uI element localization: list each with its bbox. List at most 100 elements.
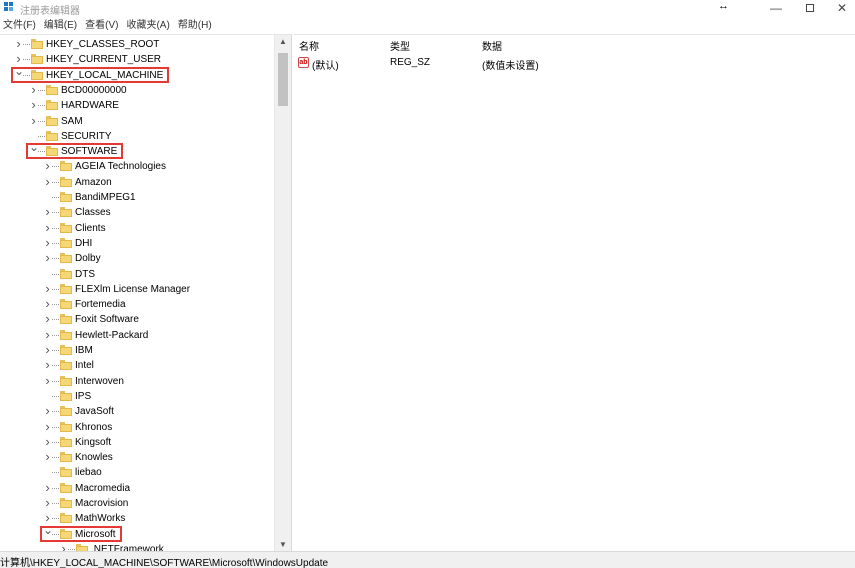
menu-view[interactable]: 查看(V): [81, 19, 122, 33]
tree-item[interactable]: › Clients: [0, 221, 274, 236]
tree-item[interactable]: › Classes: [0, 205, 274, 220]
tree-connector: [52, 487, 59, 489]
tree-item[interactable]: › SAM: [0, 114, 274, 129]
tree-item-label: Intel: [75, 360, 94, 372]
tree-item[interactable]: › Fortemedia: [0, 297, 274, 312]
expand-chevron-icon[interactable]: ›: [14, 37, 23, 50]
menu-file[interactable]: 文件(F): [0, 19, 40, 33]
tree-item[interactable]: liebao: [0, 465, 274, 480]
tree-item[interactable]: › Foxit Software: [0, 312, 274, 327]
menu-favorites[interactable]: 收藏夹(A): [122, 19, 173, 33]
tree-connector: [52, 441, 59, 443]
expand-chevron-icon[interactable]: ›: [43, 343, 52, 356]
registry-editor-icon: [4, 2, 15, 13]
tree-item[interactable]: › Kingsoft: [0, 435, 274, 450]
column-header-name[interactable]: 名称: [299, 38, 319, 53]
tree-item[interactable]: › Dolby: [0, 251, 274, 266]
column-header-data[interactable]: 数据: [482, 38, 502, 53]
expand-chevron-icon[interactable]: ›: [59, 542, 68, 551]
expand-chevron-icon[interactable]: ›: [43, 328, 52, 341]
tree-item[interactable]: › HKEY_CLASSES_ROOT: [0, 37, 274, 52]
tree-connector: [52, 197, 59, 198]
expand-chevron-icon[interactable]: ›: [29, 98, 38, 111]
folder-icon: [60, 406, 72, 417]
close-button[interactable]: ✕: [828, 0, 855, 18]
tree-item[interactable]: › Knowles: [0, 450, 274, 465]
expand-chevron-icon[interactable]: ›: [43, 221, 52, 234]
tree-item[interactable]: › Khronos: [0, 420, 274, 435]
tree-item[interactable]: › Amazon: [0, 175, 274, 190]
expand-chevron-icon[interactable]: ›: [43, 251, 52, 264]
tree-item[interactable]: › MathWorks: [0, 511, 274, 526]
tree-item[interactable]: › Macromedia: [0, 481, 274, 496]
expand-chevron-icon[interactable]: ›: [43, 435, 52, 448]
expand-chevron-icon[interactable]: ›: [43, 159, 52, 172]
folder-icon: [60, 498, 72, 508]
tree-item[interactable]: › Intel: [0, 358, 274, 373]
tree-item[interactable]: DTS: [0, 267, 274, 282]
highlight-box: [11, 66, 170, 83]
expand-chevron-icon[interactable]: ›: [43, 175, 52, 188]
tree-connector: [23, 44, 30, 45]
expand-chevron-icon[interactable]: ›: [43, 358, 52, 371]
expand-chevron-icon[interactable]: ›: [43, 420, 52, 433]
expand-chevron-icon[interactable]: ›: [43, 374, 52, 387]
tree-connector: [52, 304, 59, 306]
folder-icon: [60, 452, 72, 463]
tree-item[interactable]: BandiMPEG1: [0, 190, 274, 205]
tree-connector: [52, 518, 59, 520]
expand-chevron-icon[interactable]: ›: [43, 312, 52, 325]
tree-item[interactable]: › DHI: [0, 236, 274, 251]
folder-icon: [60, 237, 72, 248]
tree-item-label: Macrovision: [75, 498, 129, 509]
tree-item[interactable]: › BCD00000000: [0, 83, 274, 98]
tree-item-label: Macromedia: [75, 482, 131, 494]
tree-item-label: DHI: [75, 237, 93, 249]
folder-icon: [60, 283, 72, 294]
minimize-button[interactable]: —: [762, 0, 790, 18]
expand-chevron-icon[interactable]: ›: [43, 450, 52, 463]
tree-item[interactable]: › HKEY_CURRENT_USER: [0, 52, 274, 67]
tree-item-label: IBM: [75, 345, 93, 356]
scroll-down-arrow-icon[interactable]: ▼: [275, 538, 291, 551]
tree-item[interactable]: › AGEIA Technologies: [0, 159, 274, 174]
expand-chevron-icon[interactable]: ›: [43, 236, 52, 249]
tree-item[interactable]: › IBM: [0, 343, 274, 358]
column-header-type[interactable]: 类型: [390, 38, 410, 53]
expand-chevron-icon[interactable]: ›: [43, 297, 52, 310]
tree-connector: [68, 548, 75, 550]
tree-item[interactable]: › Interwoven: [0, 374, 274, 389]
tree-item[interactable]: SECURITY: [0, 129, 274, 144]
tree-item[interactable]: › JavaSoft: [0, 404, 274, 419]
expand-chevron-icon[interactable]: ›: [43, 481, 52, 494]
expand-chevron-icon[interactable]: ›: [43, 282, 52, 295]
value-row[interactable]: ab (默认) REG_SZ (数值未设置): [294, 55, 855, 72]
scrollbar-thumb[interactable]: [278, 53, 288, 106]
value-list-pane[interactable]: 名称 类型 数据 ab (默认) REG_SZ (数值未设置): [294, 34, 855, 551]
tree-item-label: HKEY_CURRENT_USER: [46, 54, 162, 66]
tree-item[interactable]: › Macrovision: [0, 496, 274, 511]
tree-item-label: Interwoven: [75, 375, 124, 387]
string-value-icon: ab: [298, 57, 309, 68]
key-tree-pane[interactable]: › HKEY_CLASSES_ROOT › HKEY_CURRENT_USER ⌄ HKE…: [0, 34, 291, 551]
expand-chevron-icon[interactable]: ›: [29, 83, 38, 96]
expand-chevron-icon[interactable]: ›: [43, 404, 52, 417]
expand-chevron-icon[interactable]: ›: [29, 114, 38, 127]
maximize-button[interactable]: [796, 0, 824, 18]
value-name: (默认): [312, 61, 339, 72]
folder-icon: [46, 100, 58, 111]
tree-item[interactable]: IPS: [0, 389, 274, 404]
tree-item[interactable]: › .NETFramework: [0, 542, 274, 551]
tree-connector: [38, 89, 45, 91]
menu-help[interactable]: 帮助(H): [174, 19, 216, 33]
scroll-up-arrow-icon[interactable]: ▲: [275, 35, 291, 49]
tree-item[interactable]: › HARDWARE: [0, 98, 274, 113]
expand-chevron-icon[interactable]: ›: [43, 205, 52, 218]
tree-scrollbar[interactable]: ▲ ▼: [274, 35, 291, 551]
tree-item-label: Classes: [75, 207, 111, 219]
menu-edit[interactable]: 编辑(E): [40, 19, 81, 33]
tree-item[interactable]: › Hewlett-Packard: [0, 328, 274, 343]
expand-chevron-icon[interactable]: ›: [43, 496, 52, 509]
menu-bar: 文件(F) 编辑(E) 查看(V) 收藏夹(A) 帮助(H): [0, 19, 855, 33]
tree-item[interactable]: › FLEXlm License Manager: [0, 282, 274, 297]
